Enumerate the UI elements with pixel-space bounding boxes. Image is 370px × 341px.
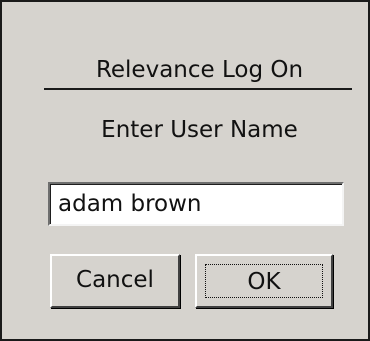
username-prompt-label: Enter User Name — [101, 117, 298, 143]
cancel-button[interactable]: Cancel — [50, 254, 180, 308]
logon-dialog: Relevance Log On Enter User Name adam br… — [0, 0, 370, 341]
title-divider — [44, 88, 352, 90]
ok-button[interactable]: OK — [195, 254, 333, 308]
username-input[interactable]: adam brown — [48, 182, 344, 226]
dialog-title: Relevance Log On — [95, 57, 304, 83]
ok-button-label: OK — [205, 264, 323, 298]
